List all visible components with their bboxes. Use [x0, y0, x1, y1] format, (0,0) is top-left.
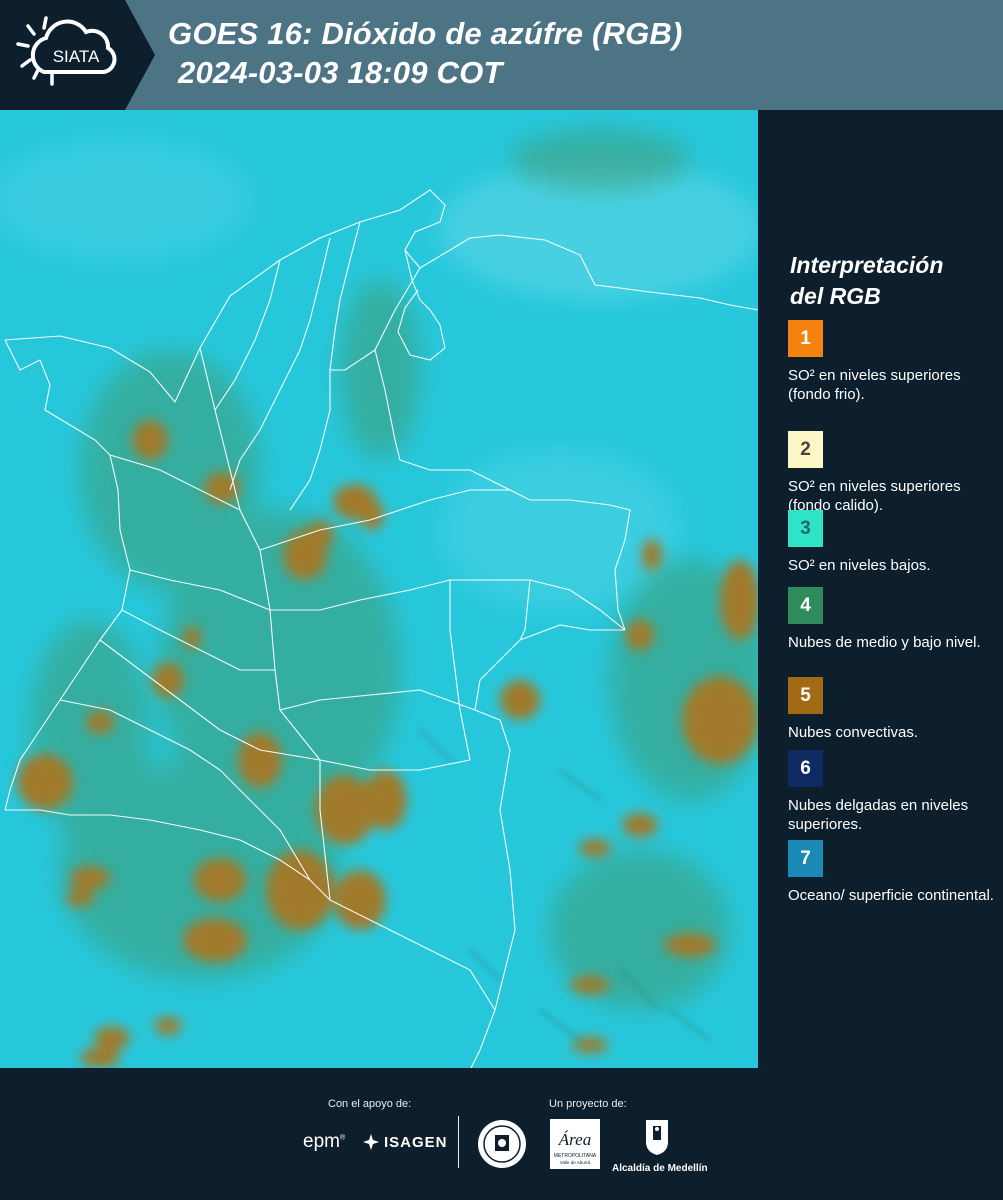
isagen-logo-text: ISAGEN: [384, 1133, 448, 1151]
support-label: Con el apoyo de:: [328, 1098, 412, 1110]
alcaldia-text: Alcaldía de Medellín: [612, 1163, 708, 1174]
image-timestamp: 2024-03-03 18:09 COT: [178, 55, 503, 90]
legend-item: 6 Nubes delgadas en niveles superiores.: [788, 750, 998, 834]
coat-of-arms-icon: [646, 1120, 668, 1155]
legend-swatch: 7: [788, 840, 823, 877]
legend-item: 5 Nubes convectivas.: [788, 677, 998, 742]
legend-item-text: Oceano/ superficie continental.: [788, 887, 994, 904]
footer-divider: [458, 1116, 459, 1168]
legend-item: 3 SO² en niveles bajos.: [788, 510, 998, 575]
alcaldia-medellin-logo: Alcaldía de Medellín: [612, 1118, 708, 1174]
legend-item: 1 SO² en niveles superiores (fondo frio).: [788, 320, 998, 404]
legend-swatch: 4: [788, 587, 823, 624]
siata-logo: SIATA: [0, 0, 155, 110]
isagen-mark-icon: [363, 1134, 379, 1150]
epm-logo: epm®: [303, 1131, 346, 1152]
area-logo-text: Área: [558, 1130, 591, 1149]
page-title: GOES 16: Dióxido de azúfre (RGB): [168, 16, 683, 51]
area-metropolitana-logo: Área METROPOLITANA Valle de Aburrá: [550, 1119, 600, 1174]
legend-swatch: 3: [788, 510, 823, 547]
area-logo-subtext2: Valle de Aburrá: [560, 1160, 591, 1165]
legend-title: Interpretación del RGB: [790, 250, 943, 312]
legend-item-text: Nubes convectivas.: [788, 724, 919, 741]
legend-item-text: Nubes de medio y bajo nivel.: [788, 634, 981, 651]
legend-swatch: 1: [788, 320, 823, 357]
satellite-map: [0, 110, 758, 1070]
legend-title-line2: del RGB: [790, 283, 881, 309]
header-bar: SIATA GOES 16: Dióxido de azúfre (RGB) 2…: [0, 0, 1003, 110]
legend-panel: Interpretación del RGB 1 SO² en niveles s…: [758, 110, 1003, 1068]
legend-item-text: SO² en niveles bajos.: [788, 557, 931, 574]
siata-logo-text: SIATA: [53, 47, 100, 66]
epm-logo-text: epm: [303, 1131, 340, 1152]
legend-swatch: 2: [788, 431, 823, 468]
legend-title-line1: Interpretación: [790, 252, 944, 278]
legend-item-text: Nubes delgadas en niveles superiores.: [788, 797, 969, 833]
legend-swatch: 6: [788, 750, 823, 787]
satellite-image: [0, 110, 758, 1070]
area-logo-subtext: METROPOLITANA: [554, 1153, 597, 1159]
legend-item: 2 SO² en niveles superiores (fondo calido…: [788, 431, 998, 515]
legend-item-text: SO² en niveles superiores (fondo frio).: [788, 367, 961, 403]
project-label: Un proyecto de:: [549, 1098, 627, 1110]
legend-swatch: 5: [788, 677, 823, 714]
footer: Con el apoyo de: Un proyecto de: epm® IS…: [0, 1068, 1003, 1200]
isagen-logo: ISAGEN: [362, 1131, 448, 1153]
legend-item: 7 Oceano/ superficie continental.: [788, 840, 998, 905]
medellin-seal-logo: [477, 1119, 527, 1174]
legend-item: 4 Nubes de medio y bajo nivel.: [788, 587, 998, 652]
